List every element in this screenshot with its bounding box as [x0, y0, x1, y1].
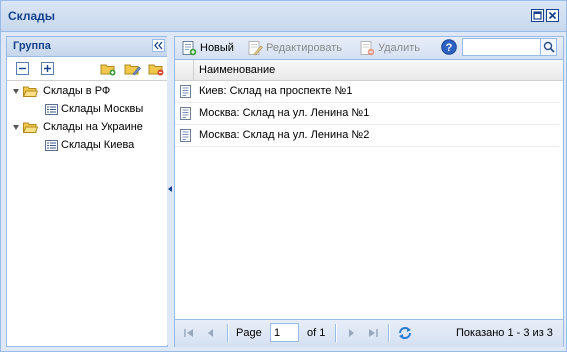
row-name: Киев: Склад на проспекте №1: [199, 85, 353, 97]
delete-button[interactable]: Удалить: [359, 40, 429, 56]
last-page-icon[interactable]: [367, 327, 379, 342]
tree-node-label: Склады на Украине: [43, 121, 143, 133]
folder-open-icon: [23, 122, 38, 133]
group-toolbar: [7, 57, 167, 81]
panel-splitter[interactable]: [167, 36, 173, 345]
tree-expanded-icon[interactable]: [13, 88, 20, 95]
tree-node-label: Склады Москвы: [61, 103, 144, 115]
pager-separator: [227, 324, 229, 342]
pager-separator: [335, 324, 337, 342]
tree-node-label: Склады Киева: [61, 139, 135, 151]
tree-node-rf[interactable]: Склады в РФ: [13, 83, 163, 100]
tree-node-moscow[interactable]: Склады Москвы: [45, 101, 165, 118]
search-icon: [543, 41, 555, 53]
paging-summary: Показано 1 - 3 из 3: [456, 327, 553, 339]
column-header-name[interactable]: Наименование: [199, 64, 275, 76]
expand-all-icon[interactable]: [41, 62, 54, 78]
search-button[interactable]: [540, 38, 557, 56]
prev-page-icon[interactable]: [205, 327, 217, 342]
delete-folder-icon[interactable]: [148, 62, 165, 79]
tree-node-label: Склады в РФ: [43, 85, 111, 97]
close-icon[interactable]: [546, 9, 559, 22]
next-page-icon[interactable]: [345, 327, 357, 342]
search-input[interactable]: [463, 39, 541, 55]
tree-expanded-icon[interactable]: [13, 124, 20, 131]
paging-toolbar: Page of 1 Показано 1 - 3 из 3: [175, 319, 563, 347]
help-icon[interactable]: ?: [441, 39, 457, 58]
delete-document-icon: [360, 41, 375, 56]
page-number-input[interactable]: [270, 323, 299, 342]
edit-document-icon: [248, 41, 263, 56]
row-name: Москва: Склад на ул. Ленина №2: [199, 129, 370, 141]
window-titlebar[interactable]: Склады: [1, 1, 566, 32]
table-row[interactable]: Москва: Склад на ул. Ленина №2: [175, 125, 559, 147]
group-panel: Группа Склады в РФ Склады Москвы Склады …: [6, 36, 168, 347]
group-panel-title: Группа: [13, 40, 51, 52]
new-button[interactable]: Новый: [181, 40, 239, 56]
tree-node-ukraine[interactable]: Склады на Украине: [13, 119, 163, 136]
page-label: Page: [236, 327, 262, 339]
collapse-all-icon[interactable]: [16, 62, 29, 78]
svg-text:?: ?: [446, 42, 453, 54]
edit-folder-icon[interactable]: [124, 62, 141, 79]
row-name: Москва: Склад на ул. Ленина №1: [199, 107, 370, 119]
table-row[interactable]: Москва: Склад на ул. Ленина №1: [175, 103, 559, 125]
pager-separator: [388, 324, 390, 342]
warehouses-grid-panel: Новый Редактировать Удалить ? Наименован…: [174, 36, 564, 347]
document-icon: [180, 85, 191, 98]
folder-open-icon: [23, 86, 38, 97]
collapse-panel-icon[interactable]: [152, 39, 165, 52]
grid-header: Наименование: [175, 60, 563, 81]
tree-node-kiev[interactable]: Склады Киева: [45, 137, 165, 154]
maximize-icon[interactable]: [531, 9, 544, 22]
list-icon: [45, 140, 58, 151]
grid-toolbar: Новый Редактировать Удалить ?: [175, 37, 563, 60]
search-field[interactable]: [462, 38, 542, 56]
splitter-collapse-icon[interactable]: [168, 186, 172, 192]
page-count-label: of 1: [307, 327, 326, 339]
warehouses-window: Склады Группа Склады в РФ Склады Москвы …: [0, 0, 567, 352]
table-row[interactable]: Киев: Склад на проспекте №1: [175, 81, 559, 103]
add-folder-icon[interactable]: [100, 62, 117, 79]
new-document-icon: [182, 41, 197, 56]
new-button-label: Новый: [200, 42, 234, 54]
window-title: Склады: [8, 9, 55, 23]
edit-button-label: Редактировать: [266, 42, 342, 54]
document-icon: [180, 107, 191, 120]
edit-button[interactable]: Редактировать: [247, 40, 347, 56]
group-panel-header: Группа: [7, 37, 167, 57]
delete-button-label: Удалить: [378, 42, 420, 54]
list-icon: [45, 104, 58, 115]
grid-icon-column-header: [175, 60, 194, 80]
refresh-icon[interactable]: [397, 325, 413, 344]
document-icon: [180, 129, 191, 142]
first-page-icon[interactable]: [183, 327, 195, 342]
